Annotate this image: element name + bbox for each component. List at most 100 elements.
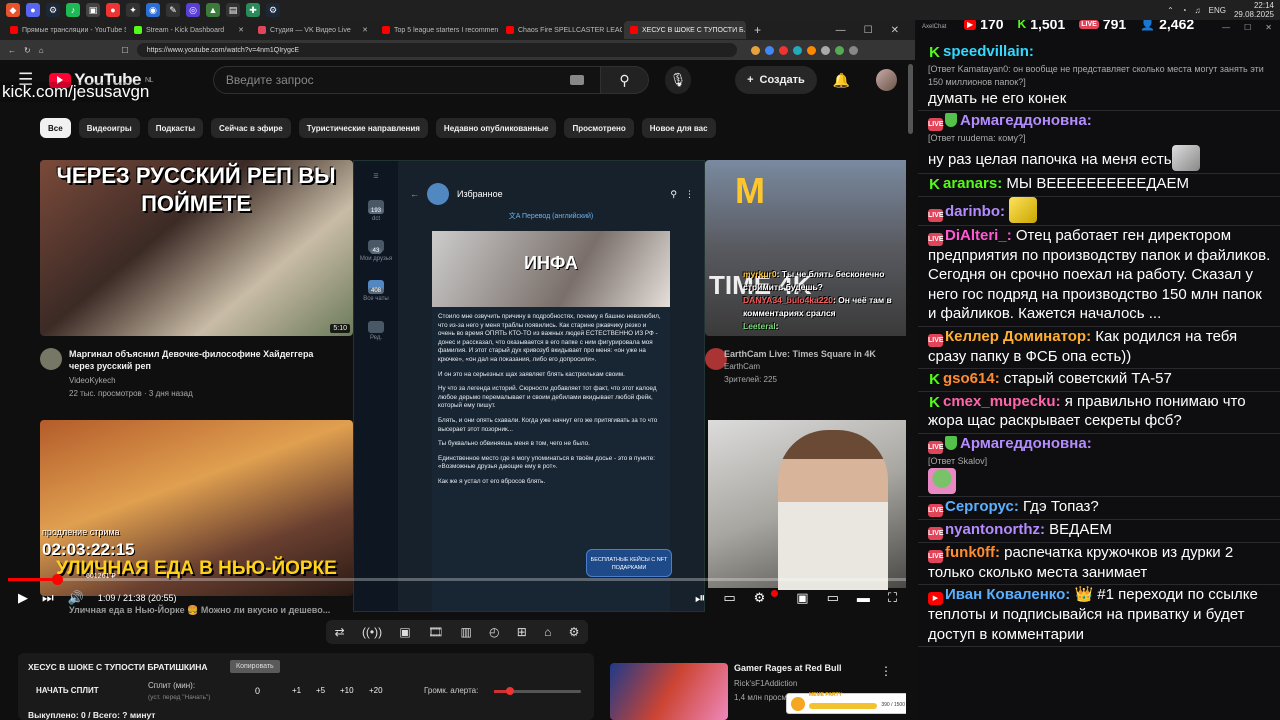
slider-knob[interactable] [505,687,514,695]
telegram-folder[interactable]: 408 Все чаты [354,271,398,311]
tool-icon[interactable]: ✎ [166,3,180,17]
avatar[interactable] [876,69,897,91]
extension-icon[interactable] [750,45,760,55]
back-arrow-icon[interactable]: ← [410,189,419,199]
search-input[interactable]: Введите запрос [212,66,602,94]
filter-chip[interactable]: Все [40,118,71,138]
chat-username[interactable]: cmex_mupecku [943,393,1056,410]
camera-icon[interactable]: ⌂ [544,625,551,639]
message-image[interactable]: ИНФА [432,231,670,307]
recommended-thumbnail[interactable] [610,663,728,720]
increment-button[interactable]: +20 [369,686,383,695]
screen-icon[interactable]: ▣ [399,625,410,639]
speed-icon[interactable]: ◴ [489,625,499,639]
discord-icon[interactable]: ● [26,3,40,17]
extension-icon[interactable] [806,45,816,55]
minimize-icon[interactable]: — [836,25,846,36]
next-icon[interactable]: ⏭ [42,590,54,606]
bell-icon[interactable]: 🔔 [833,72,850,89]
plus-box-icon[interactable]: ⊞ [517,625,527,639]
broadcast-icon[interactable]: ((•)) [362,625,382,639]
increment-button[interactable]: +5 [316,686,325,695]
obs-icon[interactable]: ◎ [186,3,200,17]
home-icon[interactable]: ⌂ [39,46,44,55]
bookmark-icon[interactable]: ☐ [122,46,129,55]
browser-tab[interactable]: Прямые трансляции - YouTube Studio✕ [4,21,126,39]
copy-button[interactable]: Копировать [230,660,280,673]
video-channel[interactable]: VideoKykech [69,375,116,387]
video-title[interactable]: EarthCam Live: Times Square in 4K [724,348,904,360]
extension-icon[interactable] [848,45,858,55]
telegram-menu-icon[interactable]: ☰ [354,161,398,191]
autoplay-icon[interactable]: ⏯ [695,590,705,606]
filter-chip[interactable]: Туристические направления [298,118,428,138]
telegram-more-icon[interactable]: ⋮ [685,189,704,200]
chat-username[interactable]: Армагеддоновна [960,435,1087,452]
browser-tab[interactable]: ХЕСУС В ШОКЕ С ТУПОСТИ Б...✕ [624,21,746,39]
channel-avatar[interactable] [40,348,62,370]
steam-icon[interactable]: ⚙ [46,3,60,17]
page-scrollbar[interactable] [906,60,915,720]
settings-icon[interactable]: ⚙ [754,590,766,606]
browser-tab[interactable]: Студия — VK Видео Live ✕ [252,21,374,39]
chat-app-icon[interactable]: ▲ [206,3,220,17]
back-icon[interactable]: ← [8,46,16,55]
chat-username[interactable]: Иван Коваленко [945,586,1065,603]
browser-tab[interactable]: Top 5 league starters I recommend to...✕ [376,21,498,39]
cinema-icon[interactable]: ▬ [857,590,870,606]
chat-username[interactable]: DiAlteri_ [945,227,1007,244]
maximize-icon[interactable]: ☐ [1244,23,1251,32]
volume-icon[interactable]: ♫ [1195,6,1201,15]
telegram-folder[interactable]: 193 dct [354,191,398,231]
bars-icon[interactable]: ▥ [460,625,471,639]
filter-chip[interactable]: Подкасты [147,118,204,138]
window-icon[interactable]: ▤ [226,3,240,17]
gear-icon[interactable]: ⚙ [569,625,580,639]
progress-bar[interactable] [8,574,908,585]
video-title[interactable]: Маргинал объяснил Девочке-философине Хай… [69,348,329,372]
close-icon[interactable]: ✕ [891,25,899,36]
new-tab-icon[interactable]: + [748,23,767,37]
record-icon[interactable]: ● [106,3,120,17]
progress-handle[interactable] [51,574,63,585]
volume-icon[interactable]: 🔊 [68,590,84,606]
game-icon[interactable]: ✦ [126,3,140,17]
theater-icon[interactable]: ▭ [827,590,839,606]
clock[interactable]: 22:14 29.08.2025 [1234,1,1274,19]
chat-username[interactable]: aranars [943,175,997,192]
loop-icon[interactable]: ⇄ [335,625,345,639]
subtitles-icon[interactable]: ▭ [723,590,735,606]
filter-chip[interactable]: Видеоигры [78,118,140,138]
url-field[interactable]: https://www.youtube.com/watch?v=4nm1QIry… [136,43,737,57]
extension-icon[interactable] [834,45,844,55]
telegram-chat-name[interactable]: Избранное [457,189,503,199]
chat-username[interactable]: funk0ff [945,544,995,561]
telegram-folder[interactable]: Ред. [354,311,398,351]
spotify-icon[interactable]: ♪ [66,3,80,17]
chat-username[interactable]: gso614 [943,370,995,387]
keyboard-icon[interactable] [570,75,585,85]
reload-icon[interactable]: ↻ [24,46,31,55]
miniplayer-icon[interactable]: ▣ [796,590,808,606]
play-icon[interactable]: ▶ [18,590,28,606]
app-icon[interactable]: ▣ [86,3,100,17]
voice-search-button[interactable]: 🎙 [664,66,692,94]
telegram-search-icon[interactable]: ⚲ [670,189,677,200]
filter-chip[interactable]: Недавно опубликованные [435,118,557,138]
search-button[interactable]: ⚲ [601,66,649,94]
fullscreen-icon[interactable]: ⛶ [888,590,897,606]
extension-icon[interactable] [764,45,774,55]
chat-username[interactable]: Сергорус [945,498,1014,515]
close-icon[interactable]: ✕ [1265,23,1272,32]
minimize-icon[interactable]: — [1222,23,1230,32]
recommended-title[interactable]: Gamer Rages at Red Bull [734,663,842,673]
browser-tab[interactable]: Stream - Kick Dashboard ✕ [128,21,250,39]
filter-chip[interactable]: Сейчас в эфире [211,118,291,138]
video-thumbnail[interactable]: УЛИЧНАЯ ЕДА В НЬЮ-ЙОРКЕ [40,420,353,596]
create-button[interactable]: + Создать [735,66,817,94]
tab-close-icon[interactable]: ✕ [238,26,244,34]
telegram-folder[interactable]: 43 Мои друзья [354,231,398,271]
vpn-icon[interactable]: ◉ [146,3,160,17]
increment-button[interactable]: +10 [340,686,354,695]
scrollbar-thumb[interactable] [908,64,913,134]
